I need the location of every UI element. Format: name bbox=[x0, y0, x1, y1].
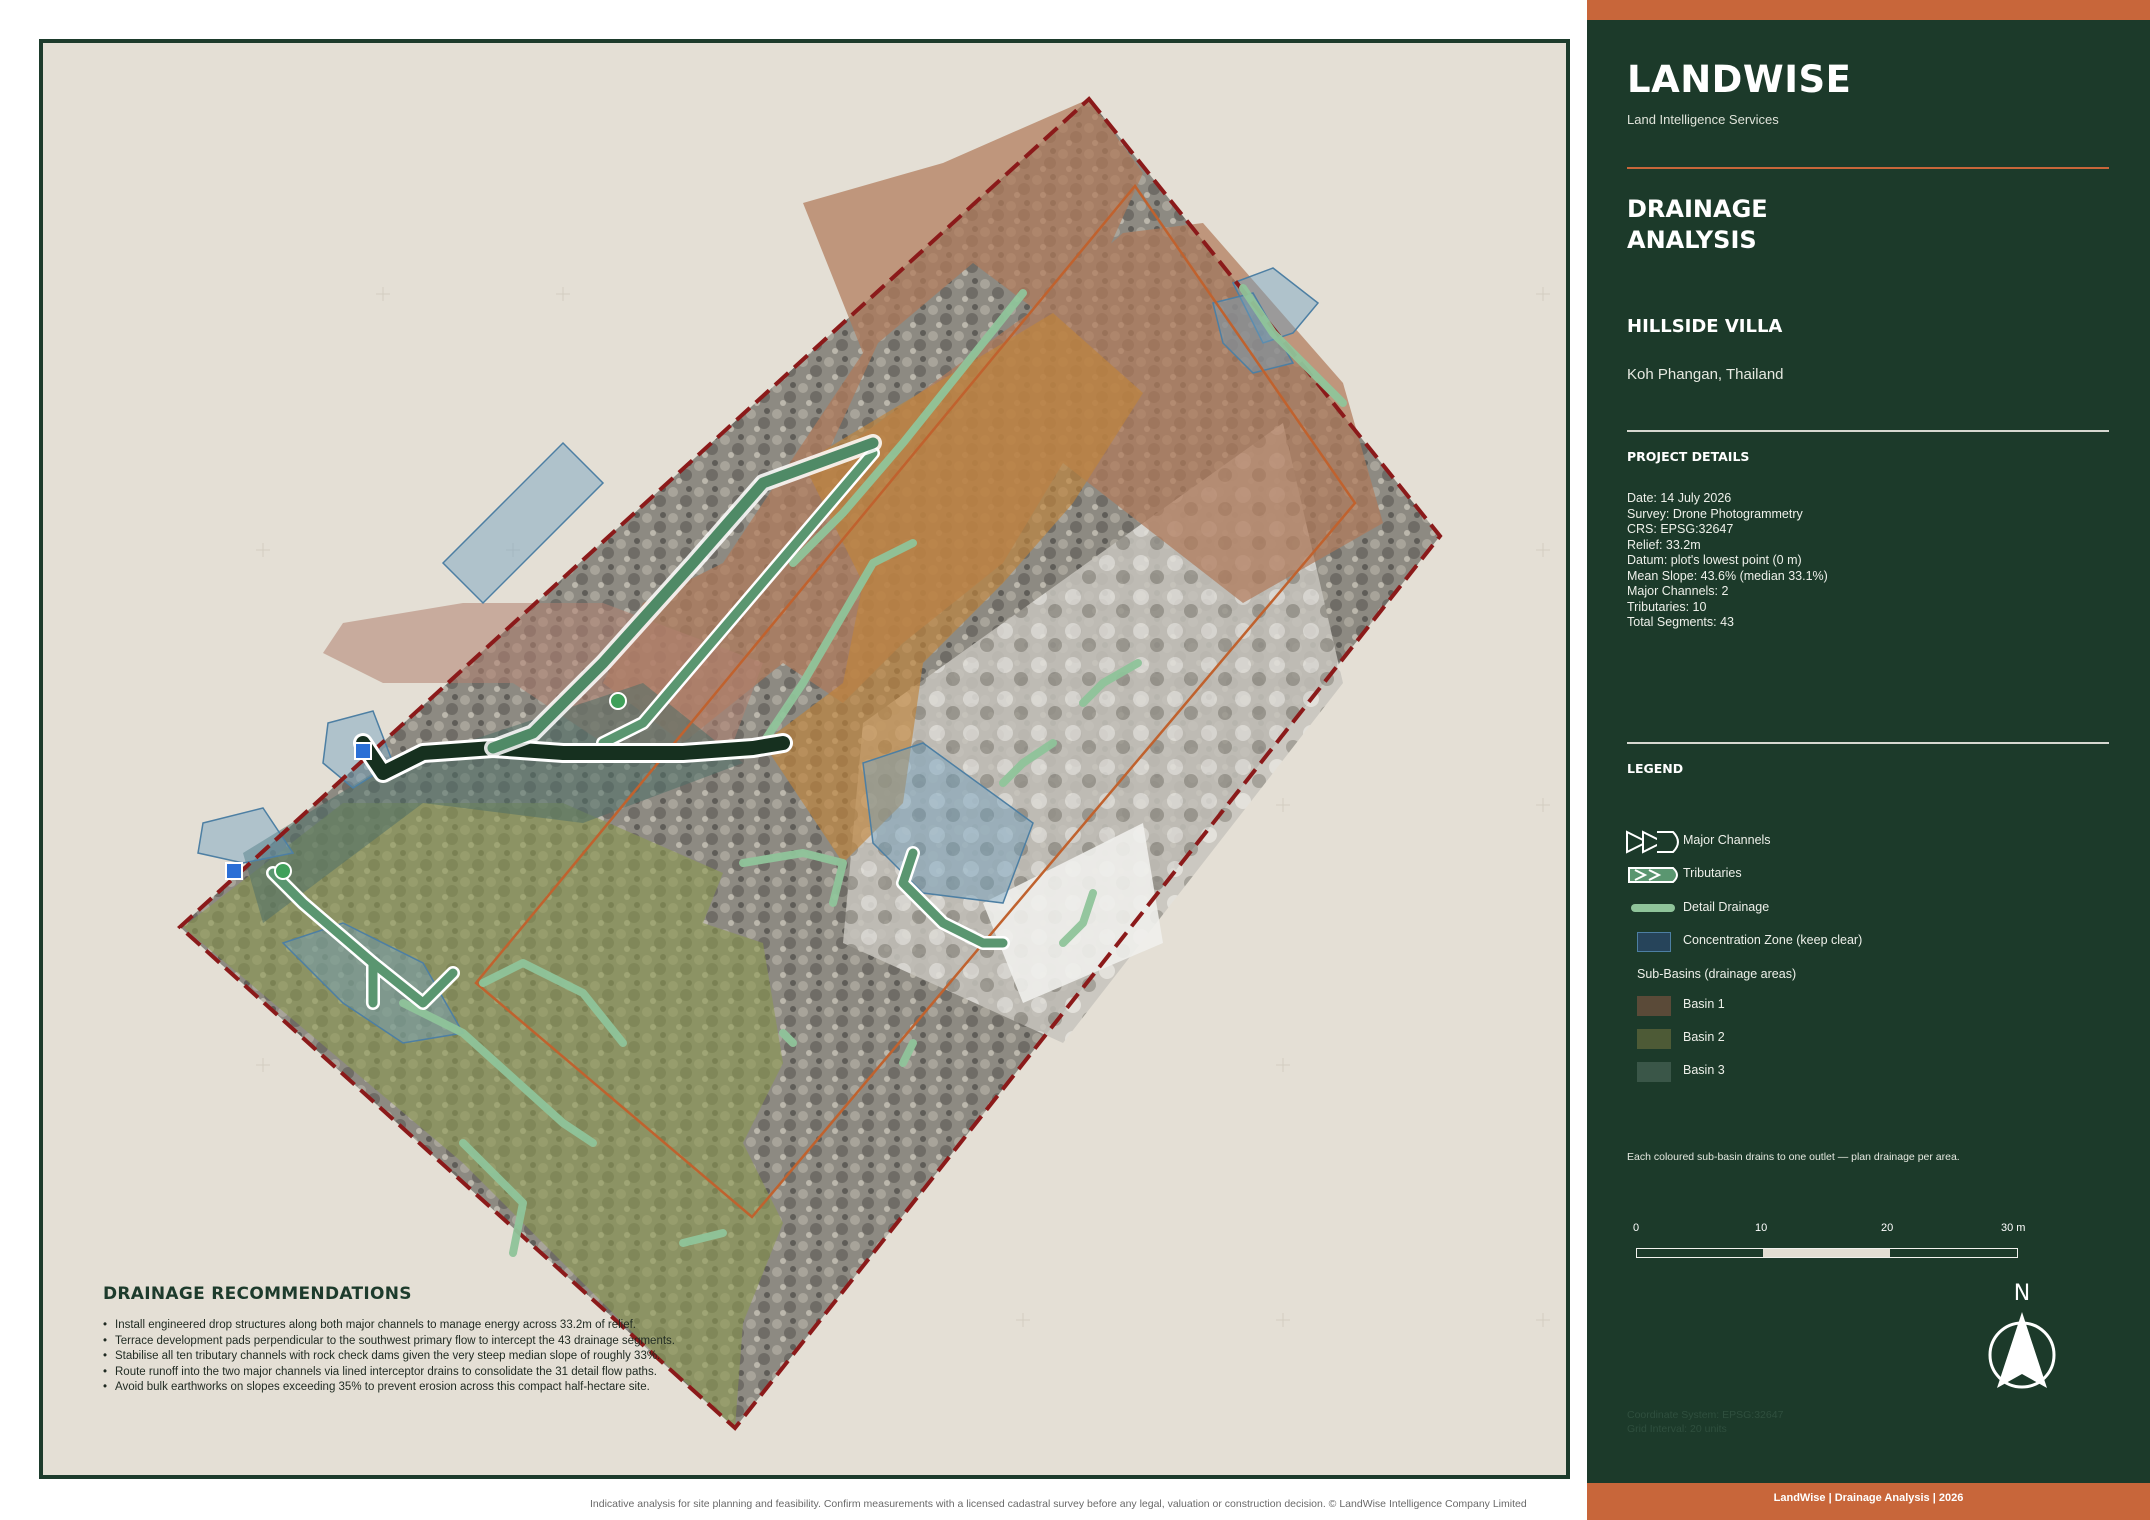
legend-label: Basin 3 bbox=[1683, 1063, 1725, 1077]
subbasins-heading: Sub-Basins (drainage areas) bbox=[1637, 967, 1797, 981]
detail-mean-slope: Mean Slope: 43.6% (median 33.1%) bbox=[1627, 568, 1828, 583]
scale-tick-label: 10 bbox=[1755, 1222, 1768, 1234]
top-accent-bar bbox=[1587, 0, 2150, 20]
north-label: N bbox=[2014, 1281, 2030, 1306]
north-arrow-icon: N bbox=[1988, 1281, 2056, 1389]
detail-drainage-icon bbox=[1631, 904, 1675, 912]
legend-basin-1: Basin 1 bbox=[1627, 993, 2107, 1017]
detail-survey: Survey: Drone Photogrammetry bbox=[1627, 506, 1803, 521]
legend-label: Tributaries bbox=[1683, 866, 1742, 880]
report-title: DRAINAGE ANALYSIS bbox=[1627, 195, 1768, 254]
major-channel-icon bbox=[1626, 830, 1679, 854]
map-frame[interactable]: DRAINAGE RECOMMENDATIONS Install enginee… bbox=[39, 39, 1570, 1479]
divider bbox=[1627, 430, 2109, 432]
detail-date: Date: 14 July 2026 bbox=[1627, 491, 1732, 505]
basin-3-swatch bbox=[1637, 1062, 1671, 1082]
legend-concentration-zone: Concentration Zone (keep clear) bbox=[1627, 929, 2107, 953]
basin-note: Each coloured sub-basin drains to one ou… bbox=[1627, 1151, 1960, 1163]
project-details-heading: PROJECT DETAILS bbox=[1627, 449, 1750, 464]
brand-name: LANDWISE bbox=[1627, 58, 1852, 101]
detail-relief: Relief: 33.2m bbox=[1627, 537, 1701, 552]
basin-2-swatch bbox=[1637, 1029, 1671, 1049]
legend-label: Basin 2 bbox=[1683, 1030, 1725, 1044]
detail-crs: CRS: EPSG:32647 bbox=[1627, 522, 1734, 536]
legend-basin-3: Basin 3 bbox=[1627, 1059, 2107, 1083]
project-details-list: Date: 14 July 2026 Survey: Drone Photogr… bbox=[1627, 491, 1828, 631]
detail-tributaries: Tributaries: 10 bbox=[1627, 599, 1707, 614]
drainage-recommendations: DRAINAGE RECOMMENDATIONS Install enginee… bbox=[103, 1284, 1003, 1396]
detail-major-channels: Major Channels: 2 bbox=[1627, 584, 1729, 598]
recommendation-item: Route runoff into the two major channels… bbox=[103, 1365, 1003, 1381]
concentration-zone-swatch bbox=[1637, 932, 1671, 952]
crs-note: Coordinate System: EPSG:32647 Grid Inter… bbox=[1627, 1408, 1783, 1436]
legend-label: Basin 1 bbox=[1683, 997, 1725, 1011]
brand-tagline: Land Intelligence Services bbox=[1627, 112, 1779, 127]
scale-bar: 0 10 20 30 m bbox=[1633, 1222, 2036, 1262]
recommendations-list: Install engineered drop structures along… bbox=[103, 1318, 1003, 1396]
side-panel: LANDWISE Land Intelligence Services DRAI… bbox=[1587, 0, 2150, 1520]
recommendation-item: Terrace development pads perpendicular t… bbox=[103, 1334, 1003, 1350]
scale-tick-label: 0 bbox=[1633, 1222, 1640, 1234]
crs-line: Coordinate System: EPSG:32647 bbox=[1627, 1409, 1784, 1421]
legend-detail-drainage: Detail Drainage bbox=[1627, 896, 2107, 920]
legend-basin-2: Basin 2 bbox=[1627, 1026, 2107, 1050]
scale-tick-label: 20 bbox=[1881, 1222, 1894, 1234]
recommendation-item: Install engineered drop structures along… bbox=[103, 1318, 1003, 1334]
recommendations-title: DRAINAGE RECOMMENDATIONS bbox=[103, 1284, 412, 1304]
legend-tributaries: Tributaries bbox=[1627, 862, 2107, 886]
scale-segment bbox=[1763, 1249, 1890, 1257]
disclaimer-note: Indicative analysis for site planning an… bbox=[590, 1498, 1527, 1510]
legend-label: Detail Drainage bbox=[1683, 900, 1770, 914]
project-name: HILLSIDE VILLA bbox=[1627, 316, 1783, 337]
legend-heading: LEGEND bbox=[1627, 761, 1684, 776]
legend-label: Concentration Zone (keep clear) bbox=[1683, 933, 1863, 947]
detail-total-segments: Total Segments: 43 bbox=[1627, 615, 1735, 629]
divider bbox=[1627, 742, 2109, 744]
legend-major-channels: Major Channels bbox=[1626, 829, 2107, 854]
detail-datum: Datum: plot's lowest point (0 m) bbox=[1627, 553, 1802, 567]
drainage-map[interactable] bbox=[43, 43, 1566, 1475]
project-location: Koh Phangan, Thailand bbox=[1627, 366, 1784, 383]
tributary-icon bbox=[1628, 867, 1678, 883]
recommendation-item: Stabilise all ten tributary channels wit… bbox=[103, 1349, 1003, 1365]
scale-tick-label: 30 m bbox=[2001, 1222, 2026, 1234]
accent-divider bbox=[1627, 167, 2109, 169]
basin-1-swatch bbox=[1637, 996, 1671, 1016]
scale-track bbox=[1636, 1248, 2018, 1258]
grid-line: Grid Interval: 20 units bbox=[1627, 1423, 1727, 1435]
footer-bar: LandWise | Drainage Analysis | 2026 bbox=[1587, 1483, 2150, 1520]
recommendation-item: Avoid bulk earthworks on slopes exceedin… bbox=[103, 1380, 1003, 1396]
legend-label: Major Channels bbox=[1683, 833, 1771, 847]
